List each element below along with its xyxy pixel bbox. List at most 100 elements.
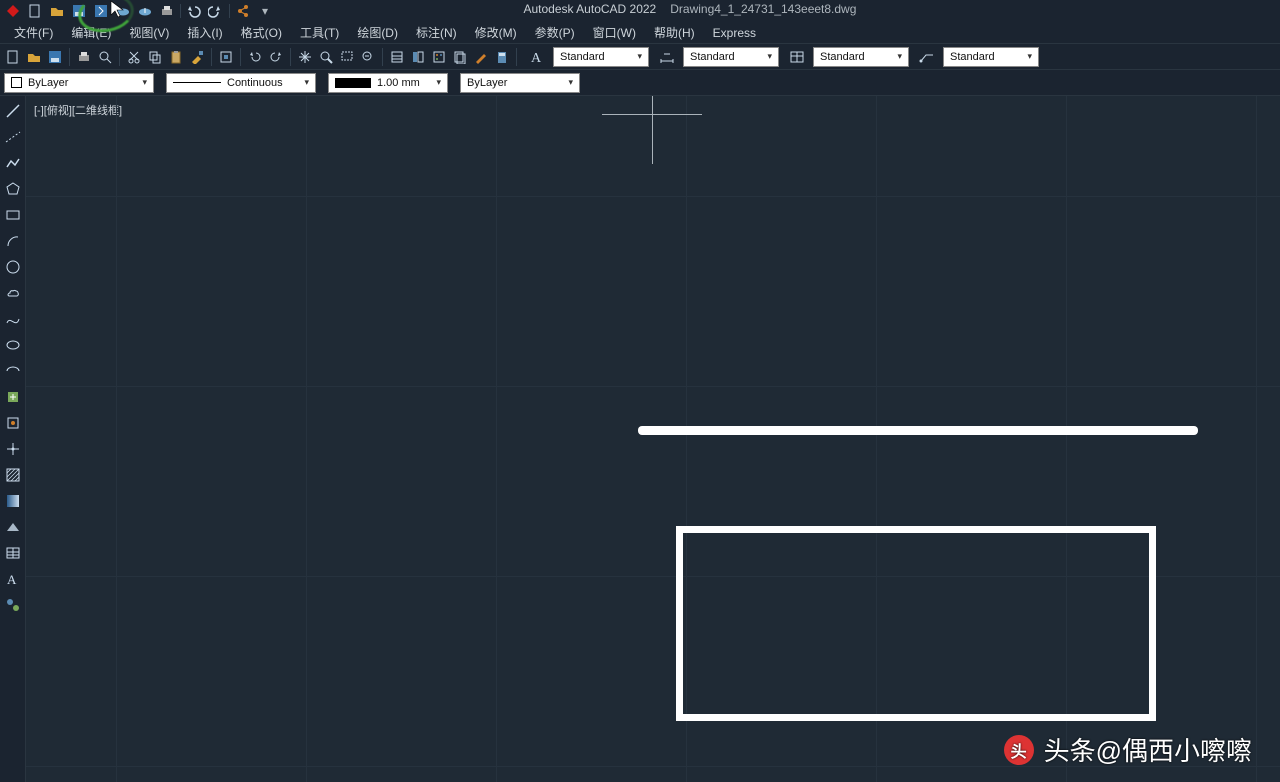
region-tool-icon[interactable] — [2, 516, 24, 538]
mleaderstyle-dropdown[interactable]: Standard▾ — [943, 47, 1039, 67]
save-icon[interactable] — [70, 3, 88, 19]
menu-express[interactable]: Express — [705, 24, 764, 42]
tablestyle-dropdown[interactable]: Standard▾ — [813, 47, 909, 67]
menu-insert[interactable]: 插入(I) — [179, 22, 230, 43]
tb-preview-icon[interactable] — [96, 48, 114, 66]
tb-undo2-icon[interactable] — [246, 48, 264, 66]
new-icon[interactable] — [26, 3, 44, 19]
menu-tools[interactable]: 工具(T) — [292, 22, 347, 43]
hatch-tool-icon[interactable] — [2, 464, 24, 486]
tb-redo2-icon[interactable] — [267, 48, 285, 66]
layer-color-dropdown[interactable]: ByLayer ▾ — [4, 73, 154, 93]
menu-bar: 文件(F) 编辑(E) 视图(V) 插入(I) 格式(O) 工具(T) 绘图(D… — [0, 22, 1280, 44]
cloud-save-icon[interactable] — [136, 3, 154, 19]
drawing-canvas[interactable]: [-][俯视][二维线框] 头 头条@偶西小嚓嚓 — [26, 96, 1280, 782]
plotstyle-dropdown[interactable]: ByLayer ▾ — [460, 73, 580, 93]
line-tool-icon[interactable] — [2, 100, 24, 122]
lineweight-value: 1.00 mm — [377, 77, 420, 89]
drawn-rectangle[interactable] — [676, 526, 1156, 721]
color-swatch-icon — [11, 77, 22, 88]
quick-access-toolbar: ▾ Autodesk AutoCAD 2022 Drawing4_1_24731… — [0, 0, 1280, 22]
tablestyle-value: Standard — [820, 51, 865, 63]
tb-blockeditor-icon[interactable] — [217, 48, 235, 66]
addselected-tool-icon[interactable] — [2, 594, 24, 616]
tb-zoom-icon[interactable] — [317, 48, 335, 66]
menu-edit[interactable]: 编辑(E) — [63, 22, 119, 43]
lineweight-dropdown[interactable]: 1.00 mm ▾ — [328, 73, 448, 93]
dimstyle-icon — [658, 48, 676, 66]
layer-color-value: ByLayer — [28, 77, 68, 89]
menu-help[interactable]: 帮助(H) — [646, 22, 703, 43]
tb-open-icon[interactable] — [25, 48, 43, 66]
spline-tool-icon[interactable] — [2, 308, 24, 330]
tb-qcalc-icon[interactable] — [493, 48, 511, 66]
tb-matchprop-icon[interactable] — [188, 48, 206, 66]
dimstyle-value: Standard — [690, 51, 735, 63]
revcloud-tool-icon[interactable] — [2, 282, 24, 304]
app-title: Autodesk AutoCAD 2022 — [523, 2, 656, 16]
plot-icon[interactable] — [158, 3, 176, 19]
tb-toolpalette-icon[interactable] — [430, 48, 448, 66]
menu-draw[interactable]: 绘图(D) — [349, 22, 406, 43]
rectangle-tool-icon[interactable] — [2, 204, 24, 226]
menu-dimension[interactable]: 标注(N) — [408, 22, 465, 43]
lineweight-preview-icon — [335, 78, 371, 88]
tb-save-icon[interactable] — [46, 48, 64, 66]
tablestyle-icon — [788, 48, 806, 66]
menu-parametric[interactable]: 参数(P) — [527, 22, 583, 43]
title-bar: Autodesk AutoCAD 2022 Drawing4_1_24731_1… — [523, 2, 856, 16]
linetype-value: Continuous — [227, 77, 283, 89]
textstyle-dropdown[interactable]: Standard▾ — [553, 47, 649, 67]
gradient-tool-icon[interactable] — [2, 490, 24, 512]
tb-sheetset-icon[interactable] — [451, 48, 469, 66]
dimstyle-dropdown[interactable]: Standard▾ — [683, 47, 779, 67]
menu-window[interactable]: 窗口(W) — [585, 22, 644, 43]
crosshair-vertical — [652, 96, 653, 164]
menu-file[interactable]: 文件(F) — [6, 22, 61, 43]
polygon-tool-icon[interactable] — [2, 178, 24, 200]
tb-copy-icon[interactable] — [146, 48, 164, 66]
polyline-tool-icon[interactable] — [2, 152, 24, 174]
table-tool-icon[interactable] — [2, 542, 24, 564]
tb-cut-icon[interactable] — [125, 48, 143, 66]
watermark: 头 头条@偶西小嚓嚓 — [1004, 731, 1252, 768]
linetype-preview-icon — [173, 82, 221, 83]
cloud-open-icon[interactable] — [114, 3, 132, 19]
arc-tool-icon[interactable] — [2, 230, 24, 252]
linetype-dropdown[interactable]: Continuous ▾ — [166, 73, 316, 93]
saveas-icon[interactable] — [92, 3, 110, 19]
file-name: Drawing4_1_24731_143eeet8.dwg — [670, 2, 856, 16]
open-icon[interactable] — [48, 3, 66, 19]
undo-icon[interactable] — [185, 3, 203, 19]
point-tool-icon[interactable] — [2, 438, 24, 460]
qat-expand-icon[interactable]: ▾ — [256, 3, 274, 19]
drawn-thick-line[interactable] — [638, 426, 1198, 435]
menu-view[interactable]: 视图(V) — [121, 22, 177, 43]
watermark-text: 头条@偶西小嚓嚓 — [1044, 731, 1252, 768]
make-block-tool-icon[interactable] — [2, 412, 24, 434]
tb-paste-icon[interactable] — [167, 48, 185, 66]
tb-markup-icon[interactable] — [472, 48, 490, 66]
tb-properties-icon[interactable] — [388, 48, 406, 66]
ellipsearc-tool-icon[interactable] — [2, 360, 24, 382]
circle-tool-icon[interactable] — [2, 256, 24, 278]
share-icon[interactable] — [234, 3, 252, 19]
menu-modify[interactable]: 修改(M) — [467, 22, 525, 43]
tb-new-icon[interactable] — [4, 48, 22, 66]
tb-designcenter-icon[interactable] — [409, 48, 427, 66]
app-menu-icon[interactable] — [4, 3, 22, 19]
menu-format[interactable]: 格式(O) — [233, 22, 290, 43]
redo-icon[interactable] — [207, 3, 225, 19]
textstyle-icon: A — [528, 48, 546, 66]
construction-line-tool-icon[interactable] — [2, 126, 24, 148]
insert-block-tool-icon[interactable] — [2, 386, 24, 408]
mtext-tool-icon[interactable]: A — [2, 568, 24, 590]
tb-zoomprev-icon[interactable] — [359, 48, 377, 66]
properties-toolbar: ByLayer ▾ Continuous ▾ 1.00 mm ▾ ByLayer… — [0, 70, 1280, 96]
viewport-label[interactable]: [-][俯视][二维线框] — [34, 102, 122, 118]
tb-print-icon[interactable] — [75, 48, 93, 66]
plotstyle-value: ByLayer — [467, 77, 507, 89]
tb-zoomwin-icon[interactable] — [338, 48, 356, 66]
tb-pan-icon[interactable] — [296, 48, 314, 66]
ellipse-tool-icon[interactable] — [2, 334, 24, 356]
